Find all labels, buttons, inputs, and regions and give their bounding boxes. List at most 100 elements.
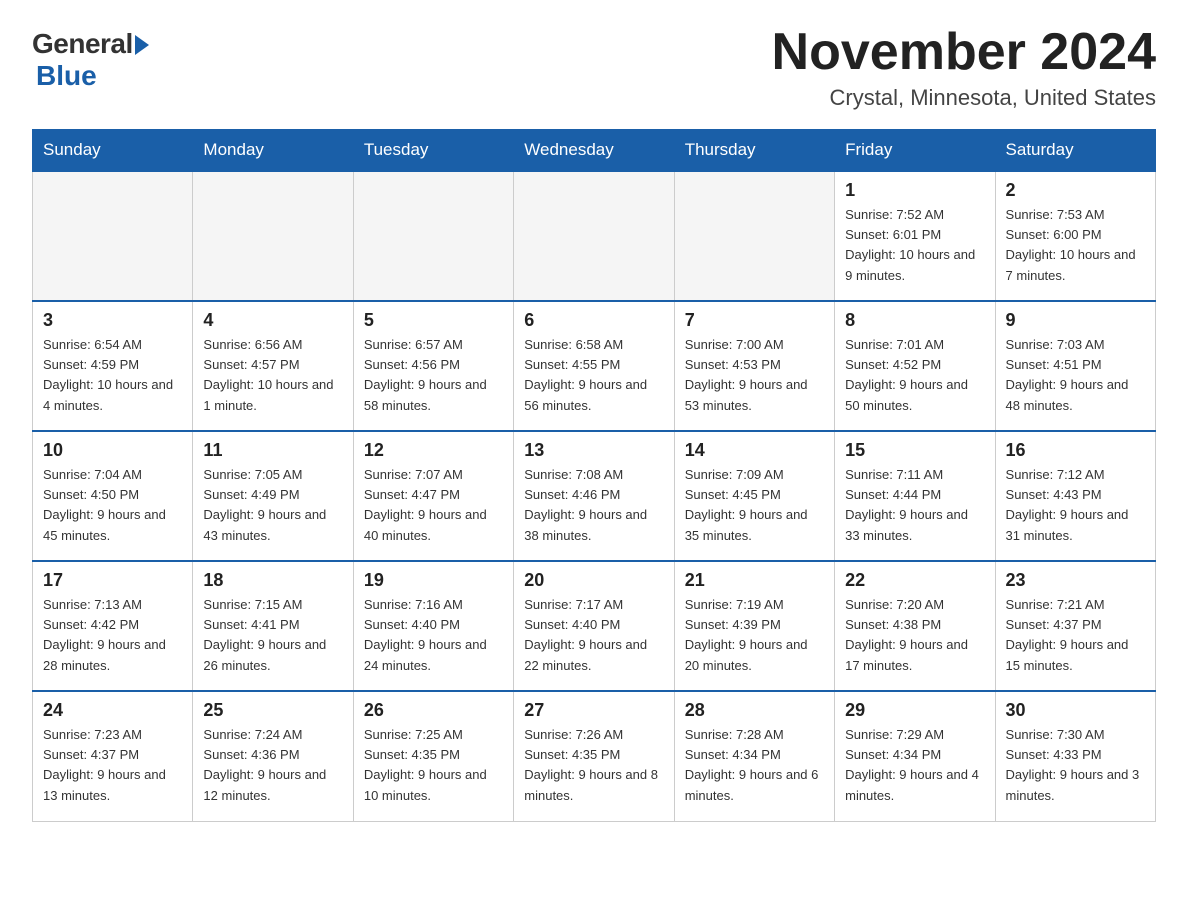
calendar-cell: 22 Sunrise: 7:20 AM Sunset: 4:38 PM Dayli…: [835, 561, 995, 691]
day-number: 7: [685, 310, 824, 331]
calendar-cell: 29 Sunrise: 7:29 AM Sunset: 4:34 PM Dayli…: [835, 691, 995, 821]
day-info: Sunrise: 7:24 AM Sunset: 4:36 PM Dayligh…: [203, 725, 342, 806]
calendar-table: SundayMondayTuesdayWednesdayThursdayFrid…: [32, 129, 1156, 822]
calendar-week-row: 10 Sunrise: 7:04 AM Sunset: 4:50 PM Dayli…: [33, 431, 1156, 561]
calendar-cell: [353, 171, 513, 301]
day-info: Sunrise: 7:25 AM Sunset: 4:35 PM Dayligh…: [364, 725, 503, 806]
day-info: Sunrise: 7:05 AM Sunset: 4:49 PM Dayligh…: [203, 465, 342, 546]
day-info: Sunrise: 7:01 AM Sunset: 4:52 PM Dayligh…: [845, 335, 984, 416]
calendar-cell: 6Sunrise: 6:58 AM Sunset: 4:55 PM Daylig…: [514, 301, 674, 431]
calendar-cell: 1 Sunrise: 7:52 AM Sunset: 6:01 PM Daylig…: [835, 171, 995, 301]
day-number: 18: [203, 570, 342, 591]
day-number: 29: [845, 700, 984, 721]
calendar-cell: 16Sunrise: 7:12 AM Sunset: 4:43 PM Dayli…: [995, 431, 1155, 561]
day-number: 26: [364, 700, 503, 721]
weekday-header-wednesday: Wednesday: [514, 130, 674, 172]
day-number: 22: [845, 570, 984, 591]
day-info: Sunrise: 7:11 AM Sunset: 4:44 PM Dayligh…: [845, 465, 984, 546]
calendar-cell: 23 Sunrise: 7:21 AM Sunset: 4:37 PM Dayli…: [995, 561, 1155, 691]
month-title: November 2024: [772, 24, 1156, 81]
day-number: 23: [1006, 570, 1145, 591]
calendar-cell: 5Sunrise: 6:57 AM Sunset: 4:56 PM Daylig…: [353, 301, 513, 431]
calendar-cell: 8 Sunrise: 7:01 AM Sunset: 4:52 PM Daylig…: [835, 301, 995, 431]
day-number: 10: [43, 440, 182, 461]
page-header: General Blue November 2024 Crystal, Minn…: [32, 24, 1156, 111]
calendar-week-row: 3 Sunrise: 6:54 AM Sunset: 4:59 PM Daylig…: [33, 301, 1156, 431]
day-number: 21: [685, 570, 824, 591]
calendar-cell: 25 Sunrise: 7:24 AM Sunset: 4:36 PM Dayli…: [193, 691, 353, 821]
day-info: Sunrise: 7:15 AM Sunset: 4:41 PM Dayligh…: [203, 595, 342, 676]
calendar-week-row: 17 Sunrise: 7:13 AM Sunset: 4:42 PM Dayli…: [33, 561, 1156, 691]
calendar-cell: 21 Sunrise: 7:19 AM Sunset: 4:39 PM Dayli…: [674, 561, 834, 691]
calendar-week-row: 1 Sunrise: 7:52 AM Sunset: 6:01 PM Daylig…: [33, 171, 1156, 301]
weekday-header-saturday: Saturday: [995, 130, 1155, 172]
day-info: Sunrise: 7:19 AM Sunset: 4:39 PM Dayligh…: [685, 595, 824, 676]
calendar-cell: 17 Sunrise: 7:13 AM Sunset: 4:42 PM Dayli…: [33, 561, 193, 691]
day-info: Sunrise: 7:29 AM Sunset: 4:34 PM Dayligh…: [845, 725, 984, 806]
day-number: 9: [1006, 310, 1145, 331]
day-info: Sunrise: 7:07 AM Sunset: 4:47 PM Dayligh…: [364, 465, 503, 546]
calendar-cell: [193, 171, 353, 301]
day-info: Sunrise: 7:00 AM Sunset: 4:53 PM Dayligh…: [685, 335, 824, 416]
calendar-cell: 15 Sunrise: 7:11 AM Sunset: 4:44 PM Dayli…: [835, 431, 995, 561]
calendar-cell: 28 Sunrise: 7:28 AM Sunset: 4:34 PM Dayli…: [674, 691, 834, 821]
logo-general-text: General: [32, 28, 133, 60]
calendar-cell: 2Sunrise: 7:53 AM Sunset: 6:00 PM Daylig…: [995, 171, 1155, 301]
day-info: Sunrise: 7:03 AM Sunset: 4:51 PM Dayligh…: [1006, 335, 1145, 416]
day-number: 20: [524, 570, 663, 591]
weekday-header-row: SundayMondayTuesdayWednesdayThursdayFrid…: [33, 130, 1156, 172]
calendar-cell: 18 Sunrise: 7:15 AM Sunset: 4:41 PM Dayli…: [193, 561, 353, 691]
day-info: Sunrise: 7:52 AM Sunset: 6:01 PM Dayligh…: [845, 205, 984, 286]
weekday-header-friday: Friday: [835, 130, 995, 172]
weekday-header-sunday: Sunday: [33, 130, 193, 172]
calendar-cell: 4 Sunrise: 6:56 AM Sunset: 4:57 PM Daylig…: [193, 301, 353, 431]
calendar-cell: 10 Sunrise: 7:04 AM Sunset: 4:50 PM Dayli…: [33, 431, 193, 561]
logo-arrow-icon: [135, 35, 149, 55]
day-number: 1: [845, 180, 984, 201]
day-number: 13: [524, 440, 663, 461]
day-info: Sunrise: 7:12 AM Sunset: 4:43 PM Dayligh…: [1006, 465, 1145, 546]
calendar-cell: 3 Sunrise: 6:54 AM Sunset: 4:59 PM Daylig…: [33, 301, 193, 431]
calendar-cell: 11 Sunrise: 7:05 AM Sunset: 4:49 PM Dayli…: [193, 431, 353, 561]
day-number: 25: [203, 700, 342, 721]
day-number: 30: [1006, 700, 1145, 721]
day-number: 4: [203, 310, 342, 331]
location-title: Crystal, Minnesota, United States: [772, 85, 1156, 111]
calendar-cell: 12Sunrise: 7:07 AM Sunset: 4:47 PM Dayli…: [353, 431, 513, 561]
day-info: Sunrise: 7:26 AM Sunset: 4:35 PM Dayligh…: [524, 725, 663, 806]
calendar-cell: 20Sunrise: 7:17 AM Sunset: 4:40 PM Dayli…: [514, 561, 674, 691]
day-number: 3: [43, 310, 182, 331]
calendar-cell: 14 Sunrise: 7:09 AM Sunset: 4:45 PM Dayli…: [674, 431, 834, 561]
title-section: November 2024 Crystal, Minnesota, United…: [772, 24, 1156, 111]
day-number: 17: [43, 570, 182, 591]
day-info: Sunrise: 6:54 AM Sunset: 4:59 PM Dayligh…: [43, 335, 182, 416]
logo: General Blue: [32, 28, 149, 92]
day-number: 15: [845, 440, 984, 461]
day-info: Sunrise: 7:23 AM Sunset: 4:37 PM Dayligh…: [43, 725, 182, 806]
day-info: Sunrise: 7:09 AM Sunset: 4:45 PM Dayligh…: [685, 465, 824, 546]
weekday-header-monday: Monday: [193, 130, 353, 172]
day-info: Sunrise: 6:57 AM Sunset: 4:56 PM Dayligh…: [364, 335, 503, 416]
calendar-cell: [674, 171, 834, 301]
weekday-header-thursday: Thursday: [674, 130, 834, 172]
weekday-header-tuesday: Tuesday: [353, 130, 513, 172]
day-info: Sunrise: 7:21 AM Sunset: 4:37 PM Dayligh…: [1006, 595, 1145, 676]
day-info: Sunrise: 7:04 AM Sunset: 4:50 PM Dayligh…: [43, 465, 182, 546]
day-number: 14: [685, 440, 824, 461]
day-number: 27: [524, 700, 663, 721]
calendar-cell: 27 Sunrise: 7:26 AM Sunset: 4:35 PM Dayli…: [514, 691, 674, 821]
day-number: 2: [1006, 180, 1145, 201]
day-info: Sunrise: 7:28 AM Sunset: 4:34 PM Dayligh…: [685, 725, 824, 806]
calendar-cell: 24 Sunrise: 7:23 AM Sunset: 4:37 PM Dayli…: [33, 691, 193, 821]
day-number: 28: [685, 700, 824, 721]
day-number: 24: [43, 700, 182, 721]
day-info: Sunrise: 7:20 AM Sunset: 4:38 PM Dayligh…: [845, 595, 984, 676]
day-number: 11: [203, 440, 342, 461]
calendar-cell: [33, 171, 193, 301]
calendar-cell: 19Sunrise: 7:16 AM Sunset: 4:40 PM Dayli…: [353, 561, 513, 691]
day-info: Sunrise: 7:13 AM Sunset: 4:42 PM Dayligh…: [43, 595, 182, 676]
calendar-cell: 30Sunrise: 7:30 AM Sunset: 4:33 PM Dayli…: [995, 691, 1155, 821]
day-number: 8: [845, 310, 984, 331]
day-info: Sunrise: 6:56 AM Sunset: 4:57 PM Dayligh…: [203, 335, 342, 416]
calendar-cell: [514, 171, 674, 301]
